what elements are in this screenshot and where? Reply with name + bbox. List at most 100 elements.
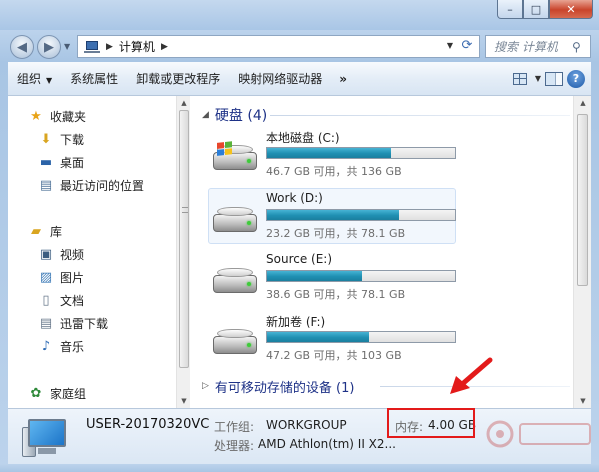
drive-tile[interactable]: 新加卷 (F:) 47.2 GB 可用，共 103 GB xyxy=(208,310,456,366)
address-bar[interactable]: ▶ 计算机 ▶ ▼ ⟳ xyxy=(77,35,480,58)
windows-logo-icon xyxy=(217,141,233,157)
scroll-down-icon[interactable]: ▼ xyxy=(177,394,191,408)
map-network-drive-button[interactable]: 映射网络驱动器 xyxy=(229,70,331,87)
nav-item-videos[interactable]: ▣ 视频 xyxy=(38,244,84,264)
scrollbar-thumb[interactable] xyxy=(179,110,189,368)
hard-disk-icon xyxy=(213,265,259,297)
organize-button[interactable]: 组织 ▼ xyxy=(8,70,61,87)
processor-value: AMD Athlon(tm) II X2... xyxy=(258,437,396,451)
nav-item-pictures[interactable]: ▨ 图片 xyxy=(38,267,84,287)
breadcrumb-chevron-icon[interactable]: ▶ xyxy=(106,42,113,52)
breadcrumb-chevron-icon[interactable]: ▶ xyxy=(161,42,168,52)
navigation-scrollbar[interactable]: ▲ ▼ xyxy=(176,96,190,408)
system-drive-icon xyxy=(213,141,259,174)
system-properties-button[interactable]: 系统属性 xyxy=(61,70,127,87)
usage-bar xyxy=(266,270,456,282)
maximize-icon: □ xyxy=(530,2,542,16)
usage-bar-fill xyxy=(267,210,400,220)
close-icon: ✕ xyxy=(566,2,576,16)
library-icon: ▰ xyxy=(31,223,41,239)
drive-free-space: 23.2 GB 可用，共 78.1 GB xyxy=(266,227,406,240)
uninstall-program-button[interactable]: 卸载或更改程序 xyxy=(127,70,229,87)
search-box[interactable]: 搜索 计算机 ⚲ xyxy=(485,35,591,58)
homegroup-icon: ✿ xyxy=(30,385,42,401)
nav-label: 文档 xyxy=(60,293,85,308)
scrollbar-thumb[interactable] xyxy=(577,114,588,286)
group-divider xyxy=(270,115,570,116)
breadcrumb-computer[interactable]: 计算机 xyxy=(119,38,155,55)
organize-label: 组织 xyxy=(17,72,42,86)
search-icon[interactable]: ⚲ xyxy=(572,40,590,54)
nav-item-recent-places[interactable]: ▤ 最近访问的位置 xyxy=(38,175,144,195)
usage-bar-fill xyxy=(267,148,391,158)
group-header-removable[interactable]: ▷ 有可移动存储的设备 (1) xyxy=(202,375,354,397)
star-icon: ★ xyxy=(30,108,42,124)
computer-name: USER-20170320VC xyxy=(86,417,210,432)
nav-label: 家庭组 xyxy=(50,386,87,401)
nav-item-homegroup[interactable]: ✿ 家庭组 xyxy=(28,383,86,403)
nav-item-favorites[interactable]: ★ 收藏夹 xyxy=(28,106,86,126)
content-scrollbar[interactable]: ▲ ▼ xyxy=(573,96,591,408)
picture-icon: ▨ xyxy=(39,269,53,285)
forward-button[interactable]: ▶ xyxy=(37,35,61,59)
download-folder-icon: ▤ xyxy=(39,315,53,331)
change-view-button[interactable] xyxy=(509,70,531,88)
address-row: ◀ ▶ ▼ ▶ 计算机 ▶ ▼ ⟳ 搜索 计算机 ⚲ xyxy=(0,30,599,62)
workgroup-value: WORKGROUP xyxy=(266,418,347,432)
window-frame-right xyxy=(591,62,599,472)
back-button[interactable]: ◀ xyxy=(10,35,34,59)
drive-tile[interactable]: Source (E:) 38.6 GB 可用，共 78.1 GB xyxy=(208,249,456,305)
window-frame-bottom xyxy=(0,464,599,472)
drive-free-space: 46.7 GB 可用，共 136 GB xyxy=(266,165,402,178)
minimize-button[interactable]: – xyxy=(497,0,523,19)
scroll-down-icon[interactable]: ▼ xyxy=(574,394,592,408)
nav-item-desktop[interactable]: ▬ 桌面 xyxy=(38,152,84,172)
drive-tile[interactable]: 本地磁盘 (C:) 46.7 GB 可用，共 136 GB xyxy=(208,126,456,182)
annotation-highlight-box xyxy=(387,408,475,438)
recent-pages-dropdown-icon[interactable]: ▼ xyxy=(64,42,70,51)
nav-item-documents[interactable]: ▯ 文档 xyxy=(38,290,84,310)
more-commands-button[interactable]: » xyxy=(331,72,355,86)
close-button[interactable]: ✕ xyxy=(549,0,593,19)
collapse-triangle-icon[interactable]: ◢ xyxy=(202,110,209,120)
nav-item-downloads[interactable]: ⬇ 下载 xyxy=(38,129,84,149)
scroll-up-icon[interactable]: ▲ xyxy=(574,96,592,110)
nav-item-music[interactable]: ♪ 音乐 xyxy=(38,336,84,356)
video-icon: ▣ xyxy=(39,246,53,262)
drive-tile[interactable]: Work (D:) 23.2 GB 可用，共 78.1 GB xyxy=(208,188,456,244)
nav-item-libraries[interactable]: ▰ 库 xyxy=(28,221,62,241)
drive-name: Source (E:) xyxy=(266,252,333,266)
refresh-icon[interactable]: ⟳ xyxy=(458,38,476,55)
maximize-button[interactable]: □ xyxy=(523,0,549,19)
music-note-icon: ♪ xyxy=(41,338,51,354)
scroll-up-icon[interactable]: ▲ xyxy=(177,96,191,110)
recent-places-icon: ▤ xyxy=(39,177,53,193)
drive-free-space: 47.2 GB 可用，共 103 GB xyxy=(266,349,402,362)
hard-disk-icon xyxy=(213,326,259,358)
computer-icon xyxy=(22,417,74,459)
help-icon[interactable]: ? xyxy=(567,69,585,88)
group-title: 有可移动存储的设备 (1) xyxy=(214,380,355,396)
computer-icon xyxy=(84,40,100,53)
command-bar: 组织 ▼ 系统属性 卸载或更改程序 映射网络驱动器 » ▼ ? xyxy=(8,62,591,96)
usage-bar xyxy=(266,331,456,343)
address-history-dropdown-icon[interactable]: ▼ xyxy=(447,41,453,50)
window-frame-left xyxy=(0,62,8,472)
search-input[interactable]: 搜索 计算机 xyxy=(494,38,572,55)
nav-label: 图片 xyxy=(60,270,85,285)
workgroup-label: 工作组: xyxy=(214,420,255,434)
drive-name: 本地磁盘 (C:) xyxy=(266,131,340,145)
nav-item-xunlei[interactable]: ▤ 迅雷下载 xyxy=(38,313,108,333)
view-grid-icon xyxy=(512,72,527,85)
usage-bar-fill xyxy=(267,332,369,342)
group-header-hard-disks[interactable]: ◢ 硬盘 (4) xyxy=(202,104,267,126)
forward-arrow-icon: ▶ xyxy=(44,39,54,55)
expand-triangle-icon[interactable]: ▷ xyxy=(202,381,209,391)
view-dropdown-icon[interactable]: ▼ xyxy=(535,74,541,83)
grip-icon xyxy=(182,207,188,213)
monitor-stand-shape xyxy=(38,448,56,454)
nav-label: 收藏夹 xyxy=(50,109,87,124)
desktop-icon: ▬ xyxy=(39,154,53,170)
preview-pane-icon[interactable] xyxy=(545,71,563,86)
processor-label: 处理器: xyxy=(214,439,255,453)
